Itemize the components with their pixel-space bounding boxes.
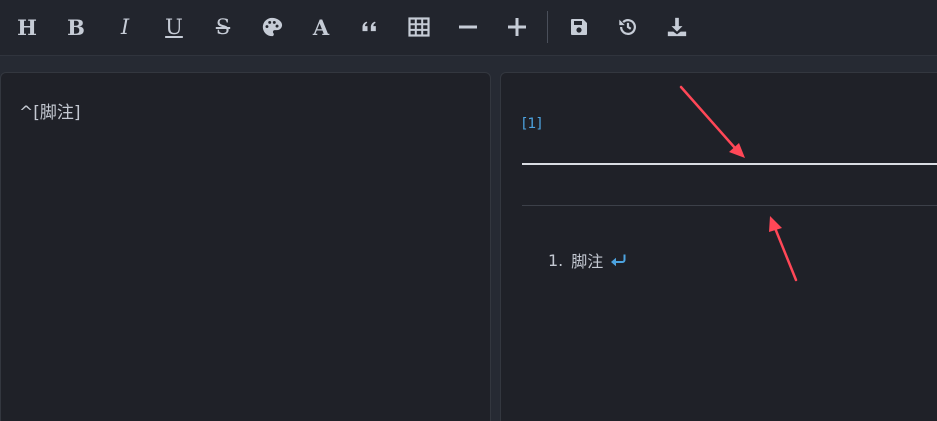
return-arrow-icon [611,254,626,266]
toolbar-divider [547,11,548,43]
strikethrough-icon: S [215,15,231,39]
preview-horizontal-rule [522,163,937,165]
footnote-number: 1. [548,250,564,270]
add-button[interactable] [503,13,531,41]
download-icon [667,17,687,37]
footnote-list-item: 1. 脚注 [548,248,627,272]
markdown-editor-app: H B I U S A ^[脚注] [1] 1. 脚注 [0,0,937,421]
minus-icon [459,25,477,29]
footnotes-separator [522,205,937,206]
editor-source-text[interactable]: ^[脚注] [19,98,81,123]
preview-pane: [1] 1. 脚注 [500,72,937,421]
quote-button[interactable] [356,13,384,41]
palette-button[interactable] [258,13,286,41]
underline-icon: U [165,15,183,39]
footnote-reference-link[interactable]: [1] [522,116,542,132]
plus-icon [508,18,526,36]
heading-icon: H [17,14,37,40]
bold-button[interactable]: B [62,13,90,41]
table-button[interactable] [405,13,433,41]
font-color-button[interactable]: A [307,13,335,41]
palette-icon [262,17,283,37]
table-icon [408,17,430,37]
underline-button[interactable]: U [160,13,188,41]
footnote-backref-link[interactable] [610,253,627,268]
heading-button[interactable]: H [13,13,41,41]
save-button[interactable] [565,13,593,41]
font-color-icon: A [312,14,330,40]
editor-pane[interactable]: ^[脚注] [0,72,491,421]
italic-button[interactable]: I [111,13,139,41]
italic-icon: I [120,15,130,39]
horizontal-rule-button[interactable] [454,13,482,41]
quote-icon [362,21,376,32]
download-button[interactable] [663,13,691,41]
footnote-text: 脚注 [571,252,604,271]
save-icon [571,19,587,35]
strikethrough-button[interactable]: S [209,13,237,41]
history-button[interactable] [614,13,642,41]
toolbar: H B I U S A [0,0,937,56]
bold-icon: B [67,14,85,40]
history-icon [619,19,636,35]
